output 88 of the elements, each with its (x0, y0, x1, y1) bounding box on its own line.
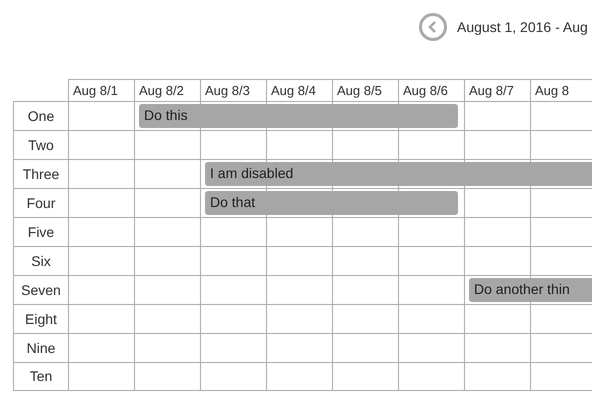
grid-cell (68, 130, 134, 159)
grid-cell (68, 159, 134, 188)
grid-cell (464, 304, 530, 333)
grid-cell (530, 188, 592, 217)
grid-cell (530, 217, 592, 246)
event-bar[interactable]: Do that (205, 190, 458, 214)
grid-cell (68, 101, 134, 130)
grid-cell (332, 333, 398, 362)
grid-cell (134, 275, 200, 304)
row-label: Five (13, 217, 68, 246)
grid-cell (266, 333, 332, 362)
grid-cell (464, 333, 530, 362)
grid-cell (332, 304, 398, 333)
grid-cell (68, 246, 134, 275)
row-label: Nine (13, 333, 68, 362)
event-bar[interactable]: Do this (139, 104, 458, 128)
grid-cell (398, 246, 464, 275)
grid-cell (266, 304, 332, 333)
grid-cell (530, 333, 592, 362)
grid-cell (200, 362, 266, 391)
grid-cell (398, 304, 464, 333)
grid-cell (464, 217, 530, 246)
grid-cell (200, 333, 266, 362)
grid-cell (134, 333, 200, 362)
grid-cell (266, 130, 332, 159)
grid-cell (68, 217, 134, 246)
event-bar[interactable]: I am disabled (205, 162, 592, 186)
grid-cell (200, 304, 266, 333)
grid-cell (134, 188, 200, 217)
column-header: Aug 8 (530, 79, 592, 101)
grid-cell (200, 217, 266, 246)
grid-cell (398, 217, 464, 246)
row-label: Eight (13, 304, 68, 333)
grid-cell (530, 130, 592, 159)
row-label: Two (13, 130, 68, 159)
column-header: Aug 8/3 (200, 79, 266, 101)
row-label: Four (13, 188, 68, 217)
column-header: Aug 8/5 (332, 79, 398, 101)
grid-cell (134, 217, 200, 246)
grid-cell (134, 304, 200, 333)
grid-cell (266, 217, 332, 246)
grid-cell (200, 275, 266, 304)
row-label: Ten (13, 362, 68, 391)
grid-cell (464, 130, 530, 159)
grid-cell (266, 246, 332, 275)
grid-cell (398, 362, 464, 391)
row-label: Three (13, 159, 68, 188)
grid-cell (332, 362, 398, 391)
grid-cell (68, 188, 134, 217)
grid-cell (464, 362, 530, 391)
column-header: Aug 8/2 (134, 79, 200, 101)
grid-cell (68, 275, 134, 304)
row-label: Seven (13, 275, 68, 304)
grid-cell (134, 159, 200, 188)
grid-cell (332, 275, 398, 304)
grid-cell (398, 130, 464, 159)
grid-cell (68, 333, 134, 362)
column-header: Aug 8/1 (68, 79, 134, 101)
grid-cell (266, 275, 332, 304)
event-bar[interactable]: Do another thin (469, 278, 592, 302)
column-header: Aug 8/7 (464, 79, 530, 101)
grid-cell (200, 130, 266, 159)
column-header: Aug 8/4 (266, 79, 332, 101)
row-label: One (13, 101, 68, 130)
chevron-left-icon (428, 21, 438, 33)
grid-cell (68, 362, 134, 391)
grid-cell (398, 275, 464, 304)
grid-cell (464, 188, 530, 217)
grid-cell (332, 217, 398, 246)
grid-cell (68, 304, 134, 333)
column-header: Aug 8/6 (398, 79, 464, 101)
grid-cell (134, 130, 200, 159)
grid-cell (464, 246, 530, 275)
grid-cell (200, 246, 266, 275)
grid-cell (134, 246, 200, 275)
grid-cell (464, 101, 530, 130)
grid-cell (530, 101, 592, 130)
grid-cell (134, 362, 200, 391)
grid-cell (266, 362, 332, 391)
grid-cell (332, 130, 398, 159)
date-range: August 1, 2016 - Aug (457, 18, 588, 37)
grid-cell (332, 246, 398, 275)
grid-cell (530, 246, 592, 275)
row-label: Six (13, 246, 68, 275)
grid-cell (530, 362, 592, 391)
previous-button[interactable] (419, 13, 447, 41)
grid-cell (530, 304, 592, 333)
grid-cell (398, 333, 464, 362)
